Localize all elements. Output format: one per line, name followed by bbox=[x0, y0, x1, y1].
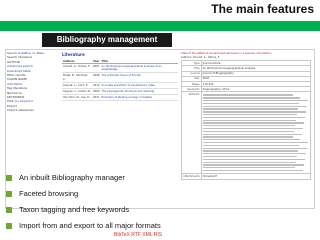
table-row[interactable]: Chovet, A.; Olmos, F. 2007 An Afrotropical… bbox=[62, 63, 178, 74]
bullet-square-icon bbox=[6, 207, 12, 213]
abstract-line bbox=[202, 114, 298, 116]
abstract-line bbox=[202, 97, 301, 99]
detail-key: Abstract bbox=[181, 91, 202, 175]
cell-title[interactable]: Evolution of feeding ecology in beetles bbox=[100, 94, 178, 102]
abstract-line bbox=[202, 102, 300, 105]
abstract-line bbox=[202, 127, 303, 130]
abstract-line bbox=[202, 100, 308, 102]
cell-authors: Chovet, A.; Olmos, F. bbox=[62, 63, 92, 74]
abstract-line bbox=[202, 141, 308, 144]
bullet-square-icon bbox=[6, 223, 12, 229]
abstract-line bbox=[202, 155, 298, 158]
format-icons: BibTeX RTF XML RIS bbox=[114, 232, 163, 238]
slide-title: The main features bbox=[211, 2, 314, 16]
feature-text: Import from and export to all major form… bbox=[19, 221, 161, 230]
abstract-text bbox=[200, 91, 312, 175]
feature-item: An inbuilt Bibliography manager bbox=[4, 170, 304, 186]
abstract-line bbox=[202, 153, 306, 155]
detail-row: Abstract bbox=[181, 91, 312, 175]
abstract-line bbox=[202, 161, 297, 163]
abstract-line bbox=[202, 105, 307, 107]
abstract-line bbox=[202, 158, 305, 161]
green-header-bar bbox=[0, 21, 320, 31]
abstract-line bbox=[202, 125, 296, 127]
table-row[interactable]: Van Horn, N.; Lee, R. 2011 Evolution of fe… bbox=[62, 94, 178, 102]
literature-heading: Literature bbox=[62, 52, 85, 57]
abstract-line bbox=[202, 144, 300, 147]
detail-fields: Type Journal article Title An Afrotropical … bbox=[181, 60, 312, 180]
bullet-square-icon bbox=[6, 175, 12, 181]
table-row[interactable]: Priest, E.; Sanchez, C. 2008 The pollinato… bbox=[62, 72, 178, 83]
feature-text: An inbuilt Bibliography manager bbox=[19, 173, 125, 182]
cell-authors: Priest, E.; Sanchez, C. bbox=[62, 72, 92, 83]
abstract-line bbox=[202, 147, 307, 149]
abstract-line bbox=[202, 116, 305, 119]
feature-text: Faceted browsing bbox=[19, 189, 79, 198]
abstract-line bbox=[202, 119, 297, 121]
feature-item: Taxon tagging and free keywords bbox=[4, 202, 304, 218]
abstract-line bbox=[202, 111, 306, 113]
cell-title[interactable]: An Afrotropical zoogeographical analysis… bbox=[100, 63, 178, 74]
detail-title: Class of The effect of ancient land-sea … bbox=[181, 52, 272, 55]
abstract-line bbox=[202, 150, 299, 152]
literature-table: Authors Year Title Chovet, A.; Olmos, F.… bbox=[62, 59, 178, 102]
section-label: Bibliography management bbox=[42, 33, 172, 47]
cell-year: 2007 bbox=[91, 63, 101, 74]
cell-authors: Van Horn, N.; Lee, R. bbox=[62, 94, 92, 102]
abstract-line bbox=[202, 136, 294, 138]
abstract-line bbox=[202, 133, 302, 135]
abstract-line bbox=[202, 167, 296, 169]
feature-text: Taxon tagging and free keywords bbox=[19, 205, 130, 214]
feature-item: Faceted browsing bbox=[4, 186, 304, 202]
abstract-line bbox=[202, 94, 294, 96]
abstract-line bbox=[202, 139, 301, 141]
detail-authors: Authors: Chovet, A.; Olmos, F. bbox=[181, 56, 220, 60]
cell-title[interactable]: The pollinator fauna of Florida bbox=[100, 72, 178, 83]
top-banner bbox=[0, 0, 240, 18]
bullet-square-icon bbox=[6, 191, 12, 197]
abstract-line bbox=[202, 130, 295, 133]
cell-year: 2008 bbox=[91, 72, 101, 83]
sidebar-item: Import references bbox=[7, 108, 34, 113]
abstract-line bbox=[202, 164, 304, 166]
cell-year: 2011 bbox=[91, 94, 101, 102]
abstract-line bbox=[202, 108, 299, 110]
feature-list: An inbuilt Bibliography manager Faceted … bbox=[4, 170, 304, 234]
abstract-line bbox=[202, 122, 304, 124]
